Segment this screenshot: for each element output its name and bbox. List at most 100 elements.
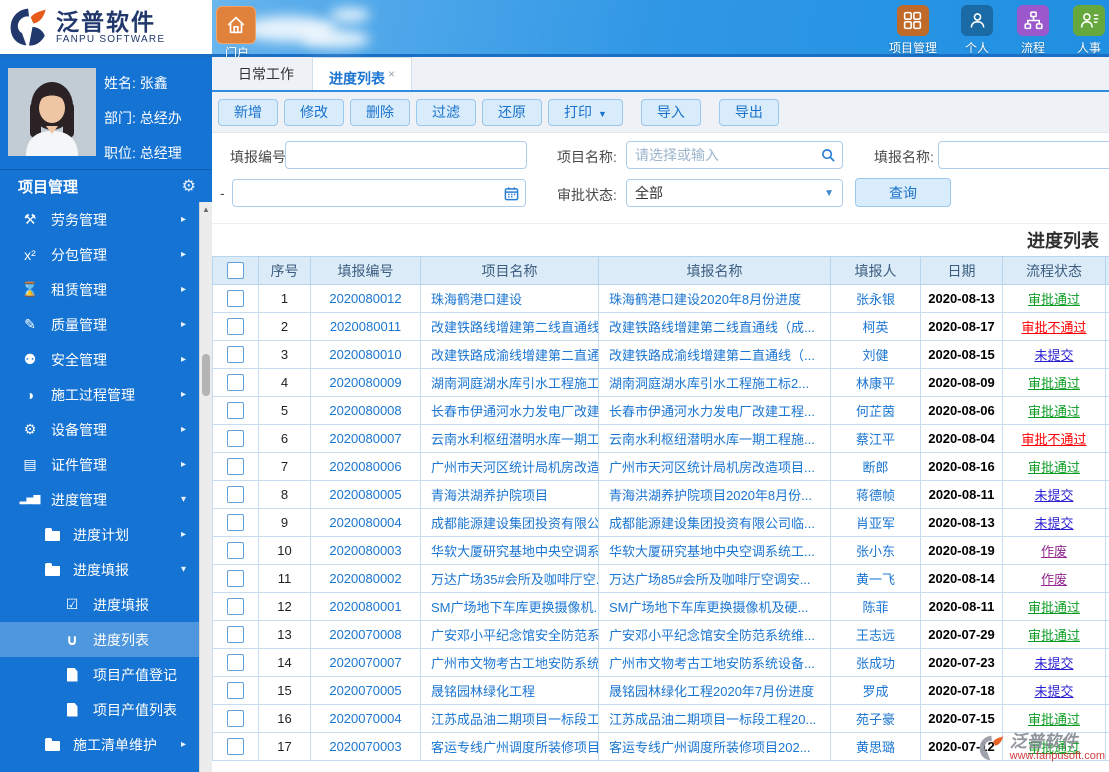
tab-daily-work[interactable]: 日常工作 <box>222 58 310 90</box>
sidebar-item-quality-mgmt[interactable]: ✎ 质量管理 ▸ <box>0 307 199 342</box>
row-checkbox[interactable] <box>227 346 244 364</box>
search-button[interactable]: 查询 <box>855 178 951 207</box>
status-link[interactable]: 审批通过 <box>1028 460 1080 475</box>
sidebar-item-construction-list-maintain[interactable]: 施工清单维护 ▸ <box>0 727 199 762</box>
tab-progress-list[interactable]: 进度列表 × <box>312 57 413 90</box>
sidebar-scrollbar[interactable]: ▲ <box>199 202 212 772</box>
approval-status-select[interactable]: 全部 ▼ <box>626 179 843 207</box>
nav-project-mgmt[interactable]: 项目管理 <box>889 5 937 56</box>
sidebar-item-subcontract-mgmt[interactable]: x² 分包管理 ▸ <box>0 237 199 272</box>
close-icon[interactable]: × <box>388 67 395 81</box>
sidebar-item-progress-plan[interactable]: 进度计划 ▸ <box>0 517 199 552</box>
status-link[interactable]: 审批不通过 <box>1021 432 1086 447</box>
nav-personal[interactable]: 个人 <box>961 5 993 56</box>
date-input[interactable] <box>232 179 526 207</box>
sidebar-item-labor-mgmt[interactable]: ⚒ 劳务管理 ▸ <box>0 202 199 237</box>
status-link[interactable]: 审批通过 <box>1028 600 1080 615</box>
status-link[interactable]: 作废 <box>1041 544 1067 559</box>
add-button[interactable]: 新增 <box>218 98 278 126</box>
sidebar-item-output-value-list[interactable]: 项目产值列表 <box>0 692 199 727</box>
project-name-input[interactable] <box>626 141 843 169</box>
sidebar-item-construction-process-mgmt[interactable]: ◑ 施工过程管理 ▸ <box>0 377 199 412</box>
print-button[interactable]: 打印 ▼ <box>548 98 623 126</box>
sidebar-item-safety-mgmt[interactable]: ⚉ 安全管理 ▸ <box>0 342 199 377</box>
scrollbar-thumb[interactable] <box>202 354 210 396</box>
row-checkbox[interactable] <box>227 738 244 756</box>
row-checkbox[interactable] <box>227 486 244 504</box>
sidebar-item-progress-mgmt[interactable]: ▂▅▇ 进度管理 ▾ <box>0 482 199 517</box>
status-link[interactable]: 审批通过 <box>1028 404 1080 419</box>
status-link[interactable]: 未提交 <box>1034 488 1073 503</box>
sidebar-item-progress-report[interactable]: 进度填报 ▾ <box>0 552 199 587</box>
portal-tab[interactable]: 门户 <box>216 6 258 61</box>
row-checkbox[interactable] <box>227 682 244 700</box>
status-link[interactable]: 审批通过 <box>1028 292 1080 307</box>
filter-button[interactable]: 过滤 <box>416 98 476 126</box>
status-link[interactable]: 作废 <box>1041 572 1067 587</box>
status-link[interactable]: 未提交 <box>1034 684 1073 699</box>
status-link[interactable]: 审批通过 <box>1028 740 1080 755</box>
report-code-link[interactable]: 2020080008 <box>329 403 401 418</box>
sidebar-item-progress-report-entry[interactable]: ☑ 进度填报 <box>0 587 199 622</box>
status-link[interactable]: 审批通过 <box>1028 712 1080 727</box>
status-link[interactable]: 审批通过 <box>1028 628 1080 643</box>
report-code-link[interactable]: 2020080012 <box>329 291 401 306</box>
column-header[interactable]: 填报人 <box>830 256 921 285</box>
row-checkbox[interactable] <box>227 598 244 616</box>
column-header[interactable]: 填报编号 <box>310 256 421 285</box>
row-checkbox[interactable] <box>227 402 244 420</box>
restore-button[interactable]: 还原 <box>482 98 542 126</box>
report-code-link[interactable]: 2020070004 <box>329 711 401 726</box>
select-all-checkbox[interactable] <box>227 262 244 280</box>
report-code-link[interactable]: 2020080010 <box>329 347 401 362</box>
column-header[interactable]: 序号 <box>258 256 311 285</box>
report-code-link[interactable]: 2020080005 <box>329 487 401 502</box>
report-code-link[interactable]: 2020080011 <box>330 319 401 334</box>
row-checkbox[interactable] <box>227 542 244 560</box>
sidebar-item-progress-list[interactable]: ∪ 进度列表 <box>0 622 199 657</box>
scroll-up-icon[interactable]: ▲ <box>200 205 212 214</box>
project-name-input-field[interactable] <box>627 143 821 167</box>
row-checkbox[interactable] <box>227 570 244 588</box>
sidebar-item-certificate-mgmt[interactable]: ▤ 证件管理 ▸ <box>0 447 199 482</box>
row-checkbox[interactable] <box>227 514 244 532</box>
report-name-input[interactable] <box>938 141 1109 169</box>
import-button[interactable]: 导入 <box>640 98 701 126</box>
row-checkbox[interactable] <box>227 374 244 392</box>
report-no-input[interactable] <box>285 141 527 169</box>
sidebar-item-output-value-register[interactable]: 项目产值登记 <box>0 657 199 692</box>
nav-workflow[interactable]: 流程 <box>1017 5 1049 56</box>
report-code-link[interactable]: 2020080004 <box>329 515 401 530</box>
status-link[interactable]: 审批通过 <box>1028 376 1080 391</box>
report-code-link[interactable]: 2020080002 <box>329 571 401 586</box>
row-checkbox[interactable] <box>227 318 244 336</box>
export-button[interactable]: 导出 <box>718 98 779 126</box>
report-code-link[interactable]: 2020070003 <box>329 739 401 754</box>
column-header[interactable]: 日期 <box>920 256 1003 285</box>
report-code-link[interactable]: 2020080001 <box>329 599 401 614</box>
report-code-link[interactable]: 2020070008 <box>329 627 401 642</box>
report-code-link[interactable]: 2020080007 <box>329 431 401 446</box>
column-header[interactable]: 流程状态 <box>1002 256 1106 285</box>
status-link[interactable]: 未提交 <box>1034 516 1073 531</box>
row-checkbox[interactable] <box>227 626 244 644</box>
report-code-link[interactable]: 2020080003 <box>329 543 401 558</box>
status-link[interactable]: 未提交 <box>1034 656 1073 671</box>
nav-hr[interactable]: 人事 <box>1073 5 1105 56</box>
edit-button[interactable]: 修改 <box>284 98 344 126</box>
calendar-icon[interactable] <box>504 186 519 201</box>
status-link[interactable]: 未提交 <box>1034 348 1073 363</box>
date-input-field[interactable] <box>233 181 504 205</box>
report-code-link[interactable]: 2020080006 <box>329 459 401 474</box>
row-checkbox[interactable] <box>227 654 244 672</box>
row-checkbox[interactable] <box>227 458 244 476</box>
gear-icon[interactable]: ⚙ <box>182 176 196 196</box>
search-icon[interactable] <box>821 148 836 163</box>
column-header[interactable]: 项目名称 <box>420 256 599 285</box>
delete-button[interactable]: 删除 <box>350 98 410 126</box>
report-code-link[interactable]: 2020080009 <box>329 375 401 390</box>
status-link[interactable]: 审批不通过 <box>1021 320 1086 335</box>
row-checkbox[interactable] <box>227 290 244 308</box>
report-code-link[interactable]: 2020070005 <box>329 683 401 698</box>
sidebar-item-lease-mgmt[interactable]: ⌛ 租赁管理 ▸ <box>0 272 199 307</box>
